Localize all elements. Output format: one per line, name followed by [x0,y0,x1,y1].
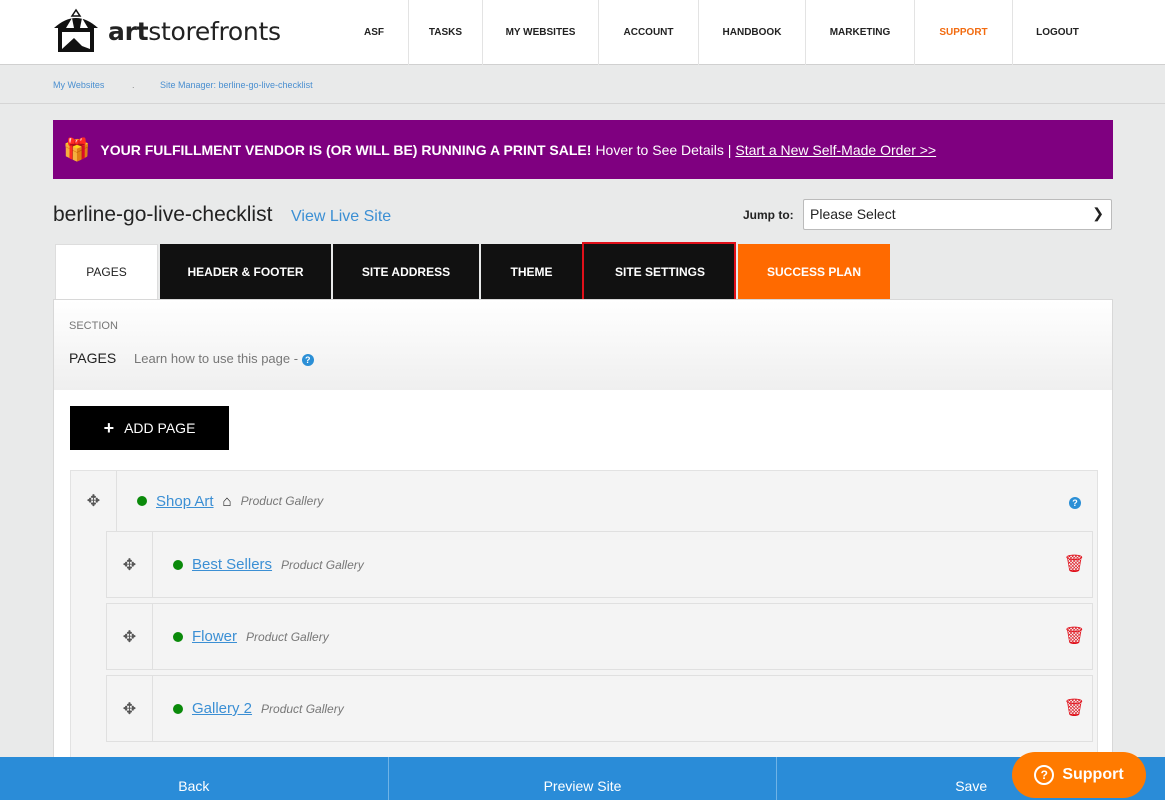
breadcrumb: My Websites . Site Manager: berline-go-l… [0,66,1165,104]
status-dot [173,631,183,642]
question-icon: ? [1034,765,1055,785]
status-dot [173,559,183,570]
page-type: Product Gallery [240,494,324,508]
logo-text-bold: art [108,16,149,46]
page-type: Product Gallery [261,701,344,716]
page-row: ✥ Shop Art ⌂ Product Gallery? [71,471,1097,531]
tab-theme[interactable]: THEME [481,244,582,299]
main-nav: ASF TASKS MY WEBSITES ACCOUNT HANDBOOK MARKET… [340,0,1102,65]
drag-handle-icon[interactable]: ✥ [107,604,153,669]
tab-site-address[interactable]: SITE ADDRESS [333,244,479,299]
page-link[interactable]: Best Sellers [192,556,272,573]
drag-handle-icon[interactable]: ✥ [71,471,117,531]
trash-icon[interactable]: 🗑 [1063,626,1085,646]
footer-bar: Back Preview Site Save [0,757,1165,800]
plus-icon: + [103,417,115,438]
section-label: SECTION [69,320,118,332]
help-icon[interactable]: ? [301,353,314,366]
page-type: Product Gallery [281,557,364,572]
home-icon: ⌂ [222,492,232,510]
breadcrumb-my-websites[interactable]: My Websites [53,80,104,90]
add-page-button[interactable]: + ADD PAGE [70,406,229,450]
tab-success-plan[interactable]: SUCCESS PLAN [738,244,890,299]
nav-support[interactable]: SUPPORT [914,0,1012,65]
logo-text: storefronts [148,16,281,46]
drag-handle-icon[interactable]: ✥ [107,676,153,741]
pages-content: + ADD PAGE ✥ Shop Art ⌂ Product Gallery? ✥ Bes… [53,390,1113,770]
learn-link[interactable]: Learn how to use this page - [134,351,298,366]
print-sale-banner[interactable]: 🎁 YOUR FULFILLMENT VENDOR IS (OR WILL BE… [53,120,1113,179]
status-dot [173,703,183,714]
support-button[interactable]: ? Support [1012,752,1146,798]
banner-headline: YOUR FULFILLMENT VENDOR IS (OR WILL BE) … [100,141,592,158]
site-title: berline-go-live-checklist [53,203,273,226]
page-type: Product Gallery [246,629,329,644]
nav-tasks[interactable]: TASKS [408,0,482,65]
nav-marketing[interactable]: MARKETING [805,0,914,65]
support-label: Support [1062,766,1124,783]
page-row: ✥ Flower Product Gallery 🗑 [106,603,1093,670]
page-row: ✥ Gallery 2 Product Gallery 🗑 [106,675,1093,742]
new-order-link[interactable]: Start a New Self-Made Order >> [735,142,936,158]
page-row: ✥ Best Sellers Product Gallery 🗑 [106,531,1093,598]
top-bar: artstorefronts ASF TASKS MY WEBSITES ACCOUN… [0,0,1165,65]
banner-text: Hover to See Details | [595,141,732,158]
jump-to-select[interactable]: Please Select ❯ [803,199,1112,230]
logo[interactable]: artstorefronts [52,8,281,54]
gift-icon: 🎁 [63,136,91,162]
trash-icon[interactable]: 🗑 [1063,554,1085,574]
page-link[interactable]: Shop Art [156,493,214,510]
page-link[interactable]: Gallery 2 [192,700,252,717]
breadcrumb-separator: . [132,80,135,90]
preview-site-button[interactable]: Preview Site [389,757,778,800]
site-tabs: PAGES HEADER & FOOTER SITE ADDRESS THEME SIT… [55,244,892,299]
jump-to-label: Jump to: [743,208,794,222]
tab-header-footer[interactable]: HEADER & FOOTER [160,244,331,299]
section-header: SECTION PAGES Learn how to use this page… [53,299,1113,391]
help-icon[interactable]: ? [1069,497,1081,509]
page-list: ✥ Shop Art ⌂ Product Gallery? ✥ Best Sellers P… [70,470,1098,770]
nav-account[interactable]: ACCOUNT [598,0,698,65]
nav-handbook[interactable]: HANDBOOK [698,0,805,65]
breadcrumb-site-manager[interactable]: Site Manager: berline-go-live-checklist [160,80,313,90]
highlight-box [582,242,736,302]
nav-logout[interactable]: LOGOUT [1012,0,1102,65]
storefront-logo-icon [54,8,98,52]
chevron-down-icon: ❯ [1092,205,1104,221]
page-link[interactable]: Flower [192,628,237,645]
nav-asf[interactable]: ASF [340,0,408,65]
add-page-label: ADD PAGE [124,420,196,436]
jump-to-value: Please Select [810,206,896,222]
back-button[interactable]: Back [0,757,389,800]
tab-pages[interactable]: PAGES [55,244,158,299]
section-name: PAGES [69,350,117,366]
drag-handle-icon[interactable]: ✥ [107,532,153,597]
nav-my-websites[interactable]: MY WEBSITES [482,0,598,65]
status-dot [137,496,147,506]
view-live-site-link[interactable]: View Live Site [291,208,391,226]
trash-icon[interactable]: 🗑 [1063,698,1085,718]
